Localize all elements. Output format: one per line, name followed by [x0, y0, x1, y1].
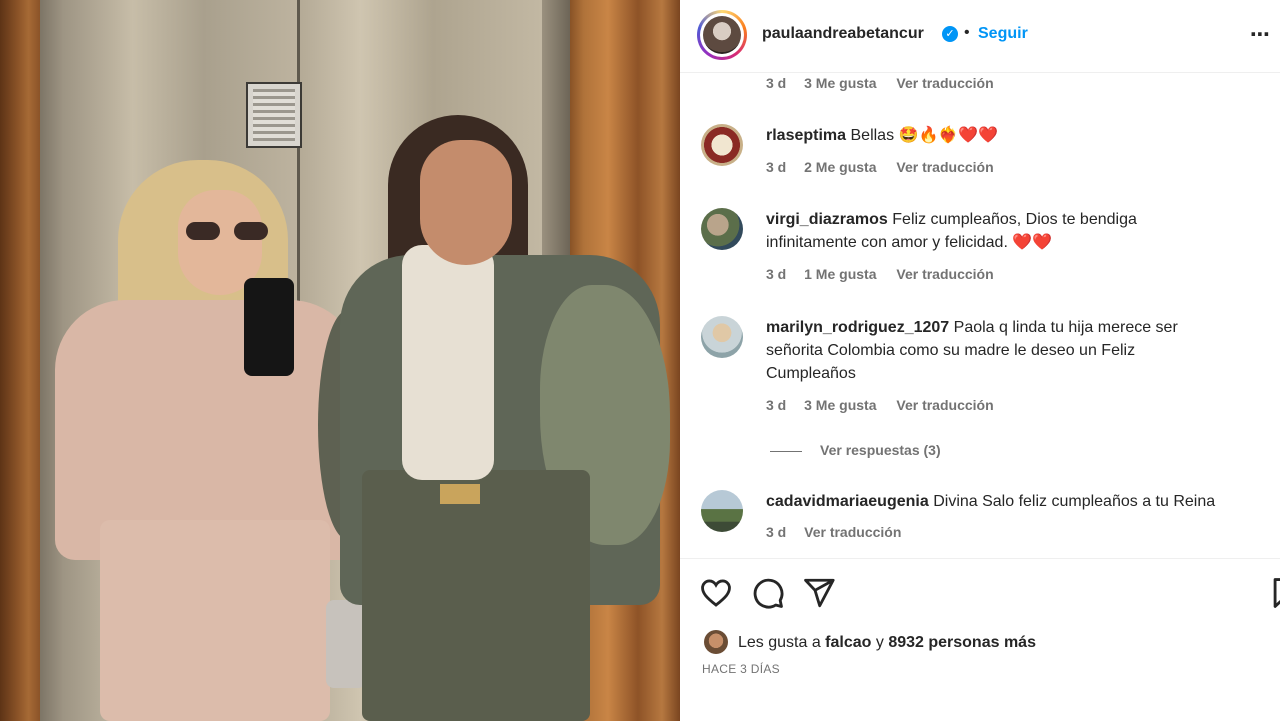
person-right-face	[420, 140, 512, 265]
comment-age: 3 d	[766, 75, 787, 91]
comment-age: 3 d	[766, 524, 787, 540]
comment-meta: 3 d 3 Me gusta Ver traducción	[766, 397, 1010, 413]
likes-prefix: Les gusta a	[738, 634, 826, 651]
comment-meta: 3 d Ver traducción	[766, 524, 917, 540]
likes-middle: y	[871, 634, 889, 651]
comment-meta: 3 d 3 Me gusta Ver traducción	[766, 75, 1010, 91]
commenter-username[interactable]: marilyn_rodriguez_1207	[766, 319, 949, 336]
comment-text: Divina Salo feliz cumpleaños a tu Reina	[933, 493, 1216, 510]
verified-badge-icon: ✓	[942, 26, 958, 42]
belt-buckle	[440, 484, 480, 504]
person-right-top	[402, 245, 494, 480]
comment-age: 3 d	[766, 397, 787, 413]
translate-link[interactable]: Ver traducción	[896, 266, 993, 282]
comment-likes[interactable]: 2 Me gusta	[804, 159, 876, 175]
elevator-sign	[246, 82, 302, 148]
more-options-icon[interactable]: ⋯	[1250, 22, 1271, 47]
comment-body: cadavidmariaeugenia Divina Salo feliz cu…	[766, 490, 1266, 513]
translate-link[interactable]: Ver traducción	[896, 397, 993, 413]
comment-meta: 3 d 1 Me gusta Ver traducción	[766, 266, 1010, 282]
commenter-username[interactable]: virgi_diazramos	[766, 211, 888, 228]
handbag	[326, 600, 366, 688]
author-avatar[interactable]	[697, 10, 747, 60]
post-actions	[680, 570, 1280, 614]
comments-list[interactable]: 3 d 3 Me gusta Ver traducción rlaseptima…	[680, 72, 1280, 558]
separator-dot: •	[964, 24, 970, 41]
comment-body: rlaseptima Bellas 🤩🔥❤️‍🔥❤️❤️	[766, 124, 1266, 147]
commenter-username[interactable]: cadavidmariaeugenia	[766, 493, 929, 510]
sunglasses	[186, 222, 268, 242]
heart-emojis: ❤️❤️	[1012, 234, 1053, 251]
commenter-username[interactable]: rlaseptima	[766, 127, 846, 144]
bookmark-icon[interactable]	[1268, 576, 1280, 610]
comment-likes[interactable]: 3 Me gusta	[804, 75, 876, 91]
commenter-avatar[interactable]	[701, 208, 743, 250]
post-sidebar: paulaandreabetancur ✓ • Seguir ⋯ 3 d 3 M…	[680, 0, 1280, 721]
comment-icon[interactable]	[751, 576, 785, 610]
translate-link[interactable]: Ver traducción	[804, 524, 901, 540]
translate-link[interactable]: Ver traducción	[896, 75, 993, 91]
commenter-avatar[interactable]	[701, 124, 743, 166]
post-photo[interactable]	[0, 0, 680, 721]
heart-icon[interactable]	[699, 576, 733, 610]
likes-text: Les gusta a falcao y 8932 personas más	[738, 634, 1036, 652]
likes-summary: Les gusta a falcao y 8932 personas más	[680, 628, 1280, 658]
liker-avatar[interactable]	[704, 630, 728, 654]
liker-username[interactable]: falcao	[825, 634, 871, 651]
likes-count[interactable]: 8932 personas más	[888, 634, 1036, 651]
comment-meta: 3 d 2 Me gusta Ver traducción	[766, 159, 1010, 175]
comment-age: 3 d	[766, 266, 787, 282]
person-left-pants	[100, 520, 330, 721]
commenter-avatar[interactable]	[701, 316, 743, 358]
author-username[interactable]: paulaandreabetancur	[762, 25, 924, 43]
post-header: paulaandreabetancur ✓ • Seguir ⋯	[680, 0, 1280, 73]
actions-divider	[680, 558, 1280, 559]
comment-body: virgi_diazramos Feliz cumpleaños, Dios t…	[766, 208, 1196, 254]
comment-body: marilyn_rodriguez_1207 Paola q linda tu …	[766, 316, 1206, 385]
view-replies-button[interactable]: Ver respuestas (3)	[770, 442, 941, 458]
commenter-avatar[interactable]	[701, 490, 743, 532]
comment-text: Bellas 🤩🔥❤️‍🔥❤️❤️	[850, 127, 999, 144]
person-right-pants	[362, 470, 590, 721]
phone	[244, 278, 294, 376]
comment-age: 3 d	[766, 159, 787, 175]
comment-likes[interactable]: 3 Me gusta	[804, 397, 876, 413]
comment-likes[interactable]: 1 Me gusta	[804, 266, 876, 282]
post-date: HACE 3 DÍAS	[702, 662, 780, 676]
share-icon[interactable]	[802, 576, 836, 610]
translate-link[interactable]: Ver traducción	[896, 159, 993, 175]
follow-button[interactable]: Seguir	[978, 25, 1028, 43]
